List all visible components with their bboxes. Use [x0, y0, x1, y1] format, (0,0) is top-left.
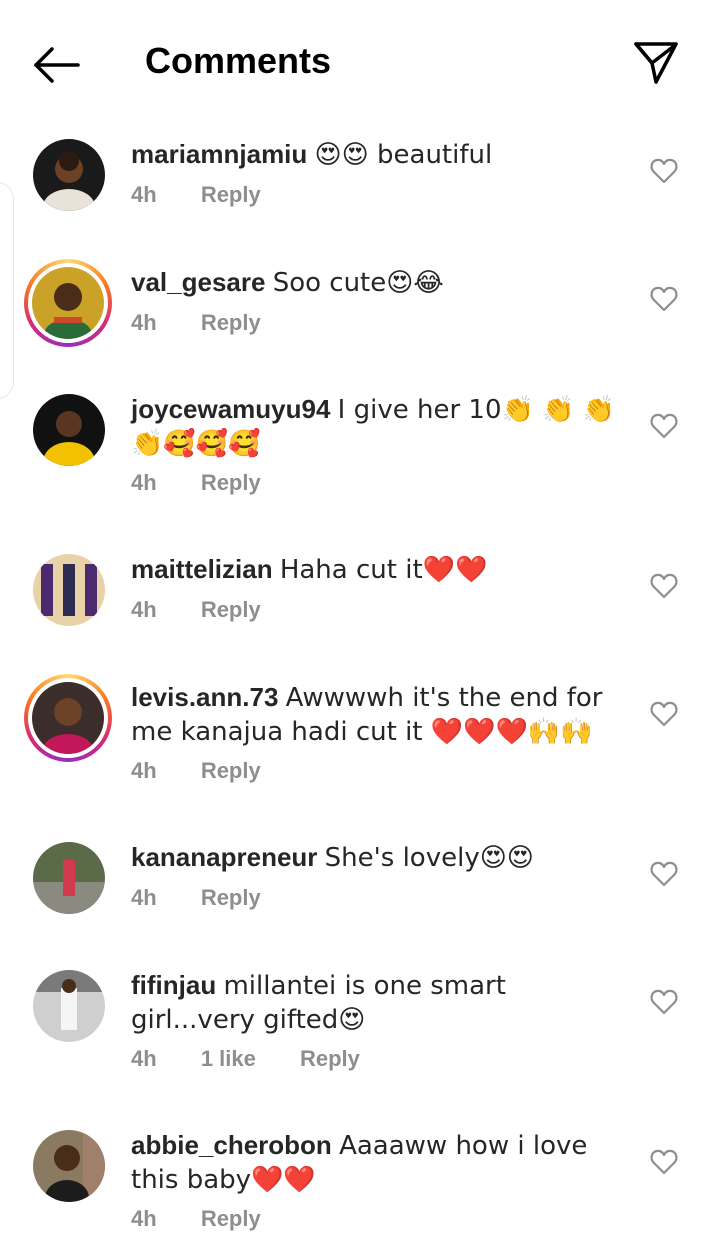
comment-time: 4h [131, 758, 157, 783]
comment-time: 4h [131, 597, 157, 622]
heart-outline-icon [650, 413, 678, 439]
share-button[interactable] [628, 36, 684, 88]
comment-text: She's lovely😍😍 [324, 843, 534, 873]
comment-username[interactable]: fifinjau [131, 970, 216, 1000]
reply-button[interactable]: Reply [300, 1046, 360, 1071]
like-button[interactable] [650, 1149, 678, 1175]
side-panel-edge[interactable] [0, 182, 14, 399]
arrow-left-icon [34, 47, 80, 83]
back-button[interactable] [28, 40, 84, 90]
avatar[interactable] [32, 969, 106, 1043]
avatar[interactable] [32, 841, 106, 915]
avatar-image [33, 842, 105, 914]
heart-outline-icon [650, 286, 678, 312]
comment-username[interactable]: mariamnjamiu [131, 139, 307, 169]
comment-time: 4h [131, 310, 157, 335]
comment-text: 😍😍 beautiful [314, 140, 493, 170]
reply-button[interactable]: Reply [201, 1206, 261, 1231]
comment-time: 4h [131, 1206, 157, 1231]
like-button[interactable] [650, 413, 678, 439]
heart-outline-icon [650, 158, 678, 184]
comment-text: Soo cute😍😂 [272, 268, 444, 298]
avatar[interactable] [32, 553, 106, 627]
avatar-image [33, 394, 105, 466]
like-button[interactable] [650, 701, 678, 727]
comment-text: Haha cut it❤️❤️ [279, 555, 488, 585]
reply-button[interactable]: Reply [201, 470, 261, 495]
header-bar: Comments [0, 0, 720, 125]
heart-outline-icon [650, 701, 678, 727]
comment-time: 4h [131, 470, 157, 495]
avatar[interactable] [24, 674, 112, 762]
avatar[interactable] [32, 138, 106, 212]
avatar-image [32, 267, 104, 339]
page-title: Comments [145, 40, 332, 81]
like-button[interactable] [650, 989, 678, 1015]
comment-username[interactable]: val_gesare [131, 267, 265, 297]
avatar-image [33, 1130, 105, 1202]
avatar-image [32, 682, 104, 754]
comment-time: 4h [131, 885, 157, 910]
heart-outline-icon [650, 861, 678, 887]
reply-button[interactable]: Reply [201, 182, 261, 207]
comment-username[interactable]: abbie_cherobon [131, 1130, 332, 1160]
comment-username[interactable]: maittelizian [131, 554, 273, 584]
comment-time: 4h [131, 1046, 157, 1071]
comment-time: 4h [131, 182, 157, 207]
like-button[interactable] [650, 861, 678, 887]
avatar-image [33, 970, 105, 1042]
heart-outline-icon [650, 573, 678, 599]
avatar[interactable] [24, 259, 112, 347]
like-button[interactable] [650, 158, 678, 184]
comment-username[interactable]: joycewamuyu94 [131, 394, 330, 424]
avatar-image [33, 554, 105, 626]
reply-button[interactable]: Reply [201, 310, 261, 335]
like-button[interactable] [650, 286, 678, 312]
heart-outline-icon [650, 989, 678, 1015]
reply-button[interactable]: Reply [201, 758, 261, 783]
like-button[interactable] [650, 573, 678, 599]
reply-button[interactable]: Reply [201, 597, 261, 622]
heart-outline-icon [650, 1149, 678, 1175]
avatar[interactable] [32, 1129, 106, 1203]
paper-plane-icon [634, 42, 678, 84]
avatar-image [33, 139, 105, 211]
reply-button[interactable]: Reply [201, 885, 261, 910]
like-count[interactable]: 1 like [201, 1046, 256, 1071]
comment-username[interactable]: kananapreneur [131, 842, 317, 872]
avatar[interactable] [32, 393, 106, 467]
comment-username[interactable]: levis.ann.73 [131, 682, 278, 712]
